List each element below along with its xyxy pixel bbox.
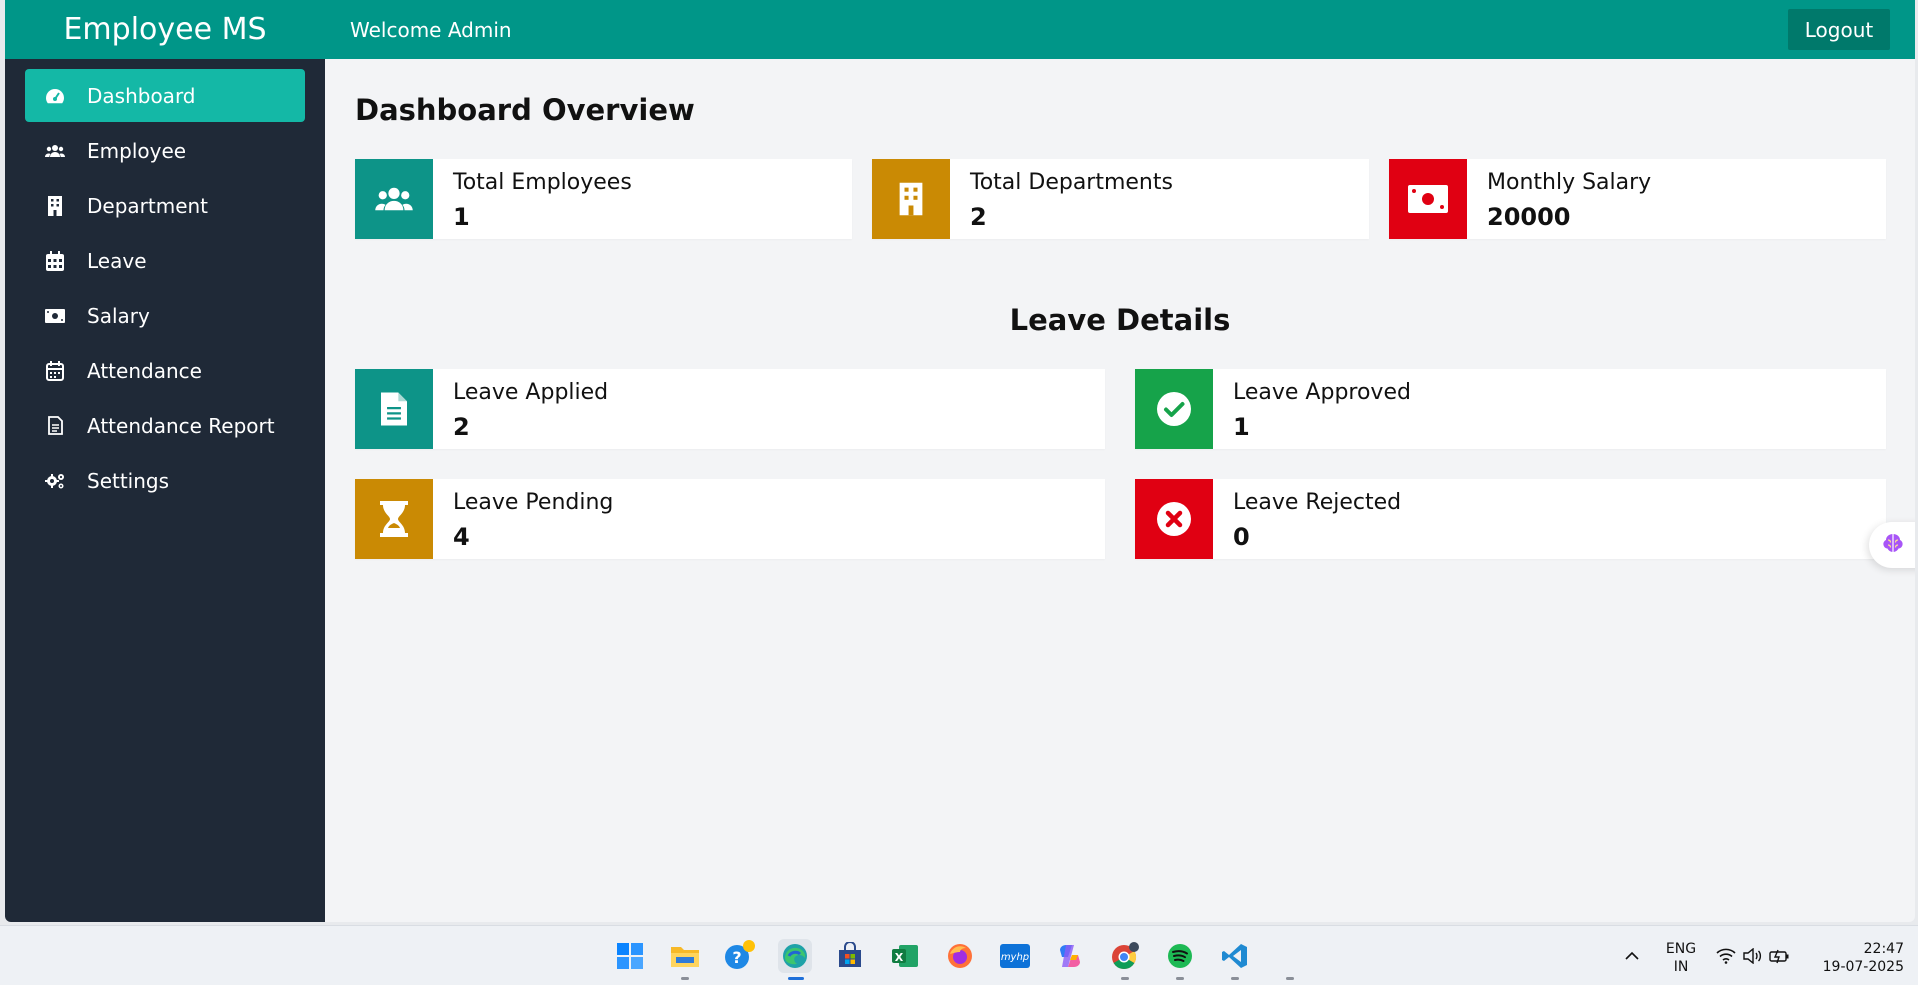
clock-time: 22:47 [1863,941,1904,957]
stat-label: Total Employees [453,170,632,195]
taskbar-running-indicator [681,977,689,980]
report-file-icon [45,416,65,436]
sidebar: Dashboard Employee Department Leave Sala… [5,59,325,922]
money-bill-icon [1389,159,1467,239]
app-window: Employee MS Welcome Admin Logout Dashboa… [5,0,1915,922]
main-content: Dashboard Overview Total Employees 1 Tot… [325,59,1915,922]
gears-icon [45,471,65,491]
money-bill-icon [45,306,65,326]
stat-value: 4 [453,523,470,551]
volume-icon[interactable] [1740,939,1766,973]
stat-card-monthly-salary: Monthly Salary 20000 [1389,159,1886,239]
hourglass-icon [355,479,433,559]
taskbar-running-indicator [1286,977,1294,980]
stat-value: 1 [453,203,470,231]
stat-card-total-employees: Total Employees 1 [355,159,852,239]
stat-card-leave-approved: Leave Approved 1 [1135,369,1886,449]
vscode-icon[interactable] [1218,939,1252,973]
sidebar-item-label: Dashboard [87,83,196,108]
os-taskbar: ? X myhp ENG IN 22:47 19-07-2025 [0,925,1918,985]
calendar-icon [45,250,65,271]
sidebar-item-label: Department [87,193,209,218]
battery-charging-icon[interactable] [1767,939,1793,973]
stat-label: Leave Pending [453,490,614,515]
sidebar-item-label: Salary [87,303,150,328]
stat-card-leave-pending: Leave Pending 4 [355,479,1105,559]
stat-value: 2 [453,413,470,441]
stat-label: Monthly Salary [1487,170,1652,195]
sidebar-item-label: Leave [87,248,147,273]
page-title: Dashboard Overview [355,93,695,127]
copilot-icon[interactable] [1053,939,1087,973]
file-explorer-icon[interactable] [668,939,702,973]
stat-value: 0 [1233,523,1250,551]
file-text-icon [355,369,433,449]
stat-card-leave-rejected: Leave Rejected 0 [1135,479,1886,559]
taskbar-running-indicator [1231,977,1239,980]
logout-button[interactable]: Logout [1788,9,1890,50]
top-navbar: Employee MS Welcome Admin Logout [5,0,1915,59]
region-code: IN [1673,959,1689,975]
sidebar-item-label: Attendance Report [87,413,275,438]
welcome-text: Welcome Admin [350,17,512,42]
building-icon [872,159,950,239]
edge-browser-icon[interactable] [778,939,812,973]
sidebar-item-label: Settings [87,468,170,493]
sidebar-item-salary[interactable]: Salary [25,289,305,342]
building-icon [45,195,65,216]
stat-label: Total Departments [970,170,1173,195]
system-clock[interactable]: 22:47 19-07-2025 [1808,940,1904,976]
chrome-icon[interactable] [1108,939,1142,973]
sidebar-item-attendance-report[interactable]: Attendance Report [25,399,305,452]
windows-start-icon[interactable] [613,939,647,973]
brand-title: Employee MS [63,12,267,47]
stat-card-leave-applied: Leave Applied 2 [355,369,1105,449]
microsoft-store-icon[interactable] [833,939,867,973]
sidebar-item-attendance[interactable]: Attendance [25,344,305,397]
sidebar-item-settings[interactable]: Settings [25,454,305,507]
myhp-icon[interactable]: myhp [998,939,1032,973]
svg-text:myhp: myhp [1001,952,1029,963]
svg-text:X: X [895,951,904,964]
taskbar-running-indicator [1121,977,1129,980]
x-circle-icon [1135,479,1213,559]
sidebar-item-department[interactable]: Department [25,179,305,232]
firefox-icon[interactable] [943,939,977,973]
svg-text:?: ? [732,948,741,967]
spotify-icon[interactable] [1163,939,1197,973]
sidebar-item-employee[interactable]: Employee [25,124,305,177]
check-circle-icon [1135,369,1213,449]
stat-label: Leave Rejected [1233,490,1402,515]
stat-value: 1 [1233,413,1250,441]
leave-section-title: Leave Details [1009,303,1231,337]
users-icon [45,141,65,161]
clock-date: 19-07-2025 [1822,959,1904,975]
sidebar-item-dashboard[interactable]: Dashboard [25,69,305,122]
help-icon[interactable]: ? [723,939,757,973]
users-icon [355,159,433,239]
stat-label: Leave Approved [1233,380,1411,405]
brain-icon [1881,531,1905,560]
stat-value: 20000 [1487,203,1571,231]
language-indicator[interactable]: ENG IN [1660,940,1702,976]
calendar-check-icon [45,360,65,381]
sidebar-item-label: Attendance [87,358,202,383]
stat-card-total-departments: Total Departments 2 [872,159,1369,239]
excel-icon[interactable]: X [888,939,922,973]
sidebar-item-label: Employee [87,138,187,163]
assistant-brain-button[interactable] [1869,522,1915,568]
stat-value: 2 [970,203,987,231]
sidebar-item-leave[interactable]: Leave [25,234,305,287]
wifi-icon[interactable] [1713,939,1739,973]
dashboard-gauge-icon [45,86,65,106]
taskbar-active-indicator [788,977,804,980]
stat-label: Leave Applied [453,380,609,405]
taskbar-running-indicator [1176,977,1184,980]
language-code: ENG [1665,941,1697,957]
chevron-up-icon[interactable] [1620,939,1644,973]
